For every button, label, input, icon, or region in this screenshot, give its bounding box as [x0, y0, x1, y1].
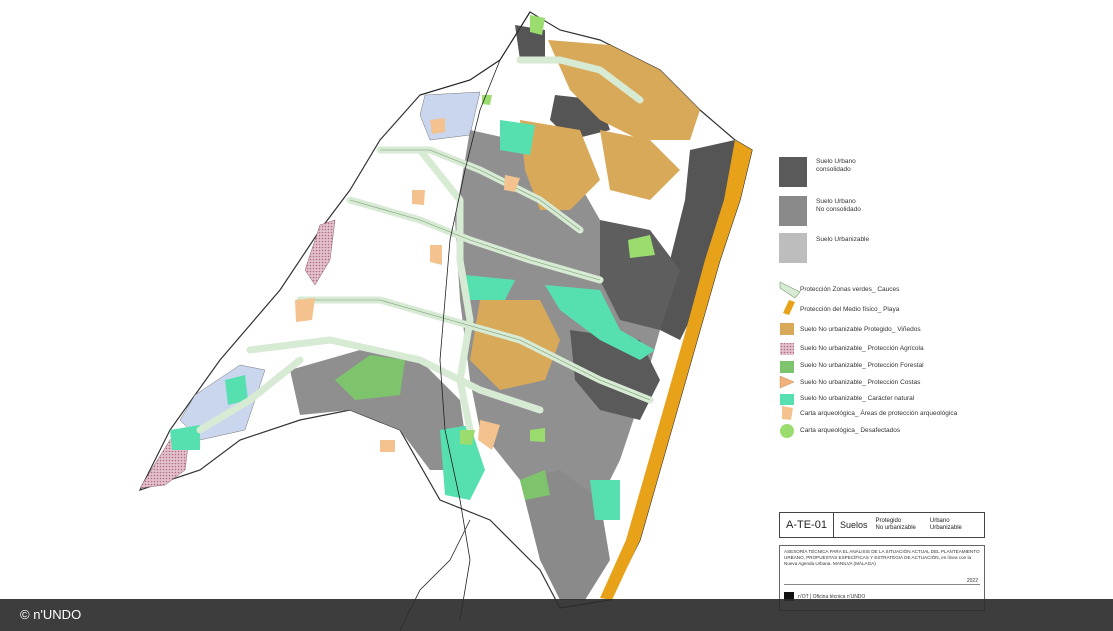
swatch-arqueo-desafectados — [780, 424, 794, 438]
swatch-costas — [779, 375, 795, 389]
legend-label: Carta arqueológica_ Desafectados — [800, 427, 901, 434]
swatch-vinedos — [780, 323, 794, 335]
legend-item-arqueo-desafectados: Carta arqueológica_ Desafectados — [800, 427, 900, 435]
legend-label: Suelo Urbano consolidado — [816, 158, 856, 173]
natural-area-5 — [590, 480, 620, 520]
sheet-name: Suelos — [839, 520, 868, 530]
swatch-forestal — [780, 361, 794, 373]
swatch-urbano-consolidado — [779, 157, 807, 187]
legend-item-vinedos: Suelo No urbanizable Protegido_ Viñedos — [800, 326, 921, 334]
swatch-urbano-no-consolidado — [779, 196, 807, 226]
legend-label: Carta arqueológica_ Áreas de protección … — [800, 410, 958, 417]
legend-label: Suelo No urbanizable Protegido_ Viñedos — [800, 326, 921, 333]
legend-label: Suelo No urbanizable_ Carácter natural — [800, 395, 915, 402]
legend-item-agricola: Suelo No urbanizable_ Protección Agrícol… — [800, 345, 924, 353]
project-description: ASESORÍA TÉCNICA PARA EL ANÁLISIS DE LA … — [784, 549, 980, 566]
swatch-natural — [780, 394, 794, 405]
legend-item-urbano-consolidado: Suelo Urbano consolidado — [816, 158, 856, 174]
swatch-urbanizable — [779, 233, 807, 263]
natural-area-1 — [500, 120, 535, 155]
legend-item-natural: Suelo No urbanizable_ Carácter natural — [800, 395, 914, 403]
legend-item-playa: Protección del Medio físico_ Playa — [800, 306, 899, 314]
swatch-arqueo-areas — [782, 406, 793, 420]
sheet-title-block: A-TE-01 Suelos Protegido No urbanizable … — [779, 512, 985, 538]
legend-item-forestal: Suelo No urbanizable_ Protección Foresta… — [800, 362, 924, 370]
category-label: No urbanizable — [875, 525, 916, 531]
legend-item-arqueo-areas: Carta arqueológica_ Áreas de protección … — [800, 410, 957, 418]
sheet-code: A-TE-01 — [780, 513, 834, 537]
divider — [784, 584, 980, 585]
category-label: Urbanizable — [929, 525, 962, 531]
image-credit-bar: © n'UNDO — [0, 599, 1113, 631]
legend-item-urbano-no-consolidado: Suelo Urbano No consolidado — [816, 198, 861, 214]
legend-label: Suelo Urbano No consolidado — [816, 198, 861, 213]
legend-item-costas: Suelo No urbanizable_ Protección Costas — [800, 379, 920, 387]
swatch-playa — [783, 300, 795, 315]
legend-item-urbanizable: Suelo Urbanizable — [816, 236, 869, 244]
legend-label: Suelo No urbanizable_ Protección Agrícol… — [800, 345, 924, 352]
sheet-categories-2: Urbano Urbanizable — [930, 518, 962, 532]
legend-label: Suelo Urbanizable — [816, 236, 870, 243]
category-label: Urbano — [929, 518, 950, 524]
category-label: Protegido — [875, 518, 902, 524]
legend-label: Protección del Medio físico_ Playa — [800, 306, 900, 313]
swatch-cauces — [779, 281, 801, 299]
legend-item-cauces: Protección Zonas verdes_ Cauces — [800, 286, 899, 294]
legend-label: Suelo No urbanizable_ Protección Foresta… — [800, 362, 924, 369]
swatch-agricola — [780, 343, 794, 355]
sheet-categories-1: Protegido No urbanizable — [876, 518, 916, 532]
image-credit: © n'UNDO — [20, 607, 82, 622]
legend-label: Suelo No urbanizable_ Protección Costas — [800, 379, 921, 386]
legend-label: Protección Zonas verdes_ Cauces — [800, 286, 900, 293]
